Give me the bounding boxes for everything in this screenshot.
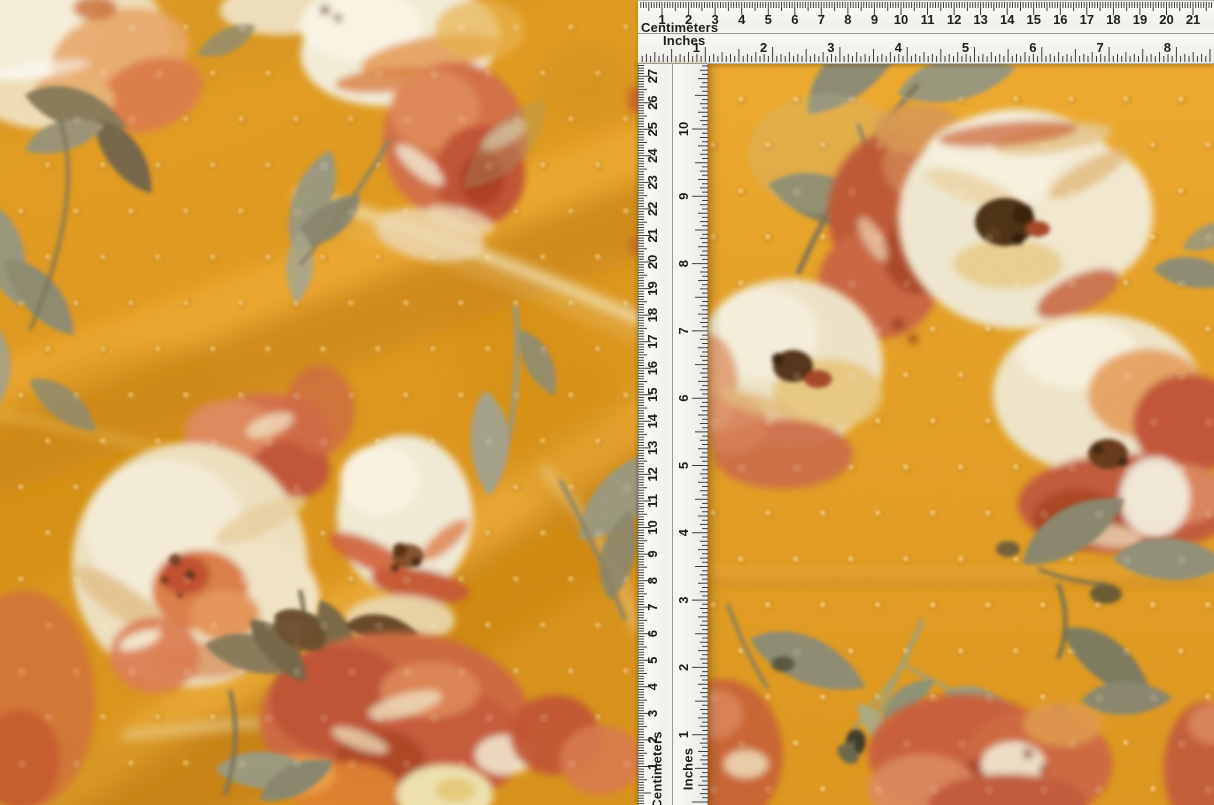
ruler-number: 24	[645, 148, 660, 163]
ruler-number: 13	[645, 441, 660, 455]
ruler-number: 2	[760, 40, 767, 55]
ruler-number: 8	[844, 12, 851, 27]
ruler-number: 27	[645, 69, 660, 83]
ruler-number: 10	[676, 122, 691, 136]
ruler-number: 17	[645, 334, 660, 348]
ruler-cast-shadow	[708, 64, 722, 805]
ruler-number: 8	[676, 260, 691, 267]
ruler-number: 9	[871, 12, 878, 27]
ruler-number: 11	[921, 12, 935, 27]
fabric-product-photo: 1234567891011121314151617181920211234567…	[0, 0, 1214, 805]
ruler-number: 9	[645, 550, 660, 557]
fabric-grain	[708, 64, 1214, 805]
flat-fabric-photo	[708, 64, 1214, 805]
ruler-number: 4	[738, 12, 746, 27]
ruler-number: 12	[645, 467, 660, 481]
vertical-ruler-scale: 1234567891011121314151617181920212223242…	[638, 64, 708, 805]
horizontal-ruler: 1234567891011121314151617181920211234567…	[638, 0, 1214, 64]
ruler-number: 3	[827, 40, 834, 55]
ruler-number: 15	[1027, 12, 1041, 27]
ruler-number: 23	[645, 175, 660, 189]
horizontal-ruler-scale: 1234567891011121314151617181920211234567…	[638, 0, 1214, 64]
ruler-number: 4	[676, 528, 691, 536]
ruler-number: 13	[973, 12, 987, 27]
ruler-number: 6	[1029, 40, 1036, 55]
ruler-number: 5	[962, 40, 969, 55]
ruler-number: 6	[645, 630, 660, 637]
ruler-number: 8	[1164, 40, 1171, 55]
ruler-number: 18	[1106, 12, 1120, 27]
ruler-number: 6	[791, 12, 798, 27]
ruler-number: 19	[645, 281, 660, 295]
ruler-number: 5	[765, 12, 772, 27]
ruler-number: 16	[645, 361, 660, 375]
ruler-number: 12	[947, 12, 961, 27]
ruler-number: 18	[645, 308, 660, 322]
ruler-number: 9	[676, 193, 691, 200]
ruler-number: 25	[645, 122, 660, 136]
draped-fabric-photo	[0, 0, 638, 805]
ruler-number: 15	[645, 388, 660, 402]
vertical-ruler-centimeters-label: Centimeters	[650, 731, 665, 805]
ruler-number: 21	[1186, 12, 1200, 27]
ruler-number: 8	[645, 577, 660, 584]
vertical-ruler-inches-label: Inches	[681, 748, 696, 790]
ruler-number: 19	[1133, 12, 1147, 27]
vertical-ruler: 1234567891011121314151617181920212223242…	[638, 64, 708, 805]
ruler-number: 11	[645, 494, 660, 508]
ruler-number: 4	[895, 40, 903, 55]
ruler-number: 26	[645, 95, 660, 109]
ruler-number: 4	[645, 682, 660, 690]
ruler-number: 1	[676, 731, 691, 738]
ruler-number: 22	[645, 202, 660, 216]
ruler-number: 21	[645, 228, 660, 242]
ruler-number: 7	[676, 327, 691, 334]
ruler-number: 6	[676, 395, 691, 402]
ruler-number: 14	[1000, 12, 1015, 27]
ruler-number: 2	[676, 664, 691, 671]
ruler-number: 3	[645, 710, 660, 717]
ruler-number: 7	[645, 604, 660, 611]
ruler-number: 17	[1080, 12, 1094, 27]
ruler-number: 7	[1096, 40, 1103, 55]
ruler-number: 16	[1053, 12, 1067, 27]
ruler-number: 14	[645, 413, 660, 428]
ruler-number: 3	[676, 596, 691, 603]
ruler-number: 5	[645, 657, 660, 664]
ruler-number: 10	[894, 12, 908, 27]
fabric-grain	[0, 0, 638, 805]
ruler-number: 5	[676, 462, 691, 469]
horizontal-ruler-inches-label: Inches	[663, 33, 705, 48]
ruler-number: 10	[645, 520, 660, 534]
ruler-number: 20	[1159, 12, 1173, 27]
ruler-number: 7	[818, 12, 825, 27]
ruler-number: 20	[645, 255, 660, 269]
